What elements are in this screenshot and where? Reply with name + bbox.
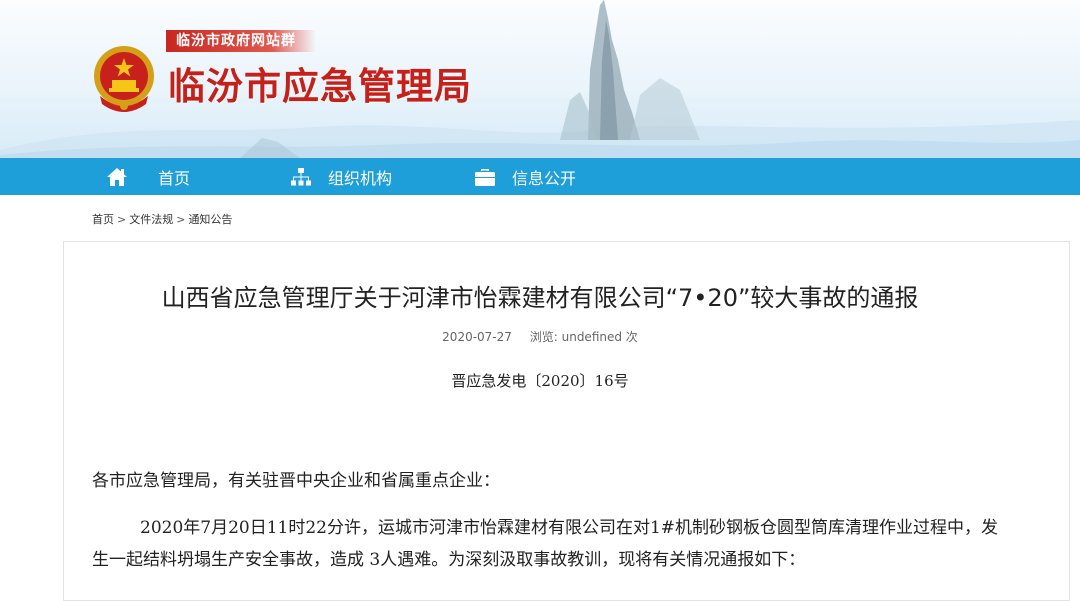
breadcrumb-regulations[interactable]: 文件法规 bbox=[129, 213, 173, 226]
national-emblem-icon bbox=[94, 46, 154, 112]
article-views: 浏览: undefined 次 bbox=[529, 330, 638, 344]
header-banner: 临汾市政府网站群 临汾市应急管理局 bbox=[0, 0, 1080, 158]
nav-item-org[interactable]: 组织机构 bbox=[290, 158, 392, 195]
mountain-scenery bbox=[0, 0, 1080, 158]
article-title: 山西省应急管理厅关于河津市怡霖建材有限公司“7•20”较大事故的通报 bbox=[161, 284, 919, 312]
article-paragraph: 2020年7月20日11时22分许，运城市河津市怡霖建材有限公司在对1#机制砂钢… bbox=[92, 518, 999, 570]
breadcrumb-separator: > bbox=[176, 213, 186, 226]
article-meta: 2020-07-27 浏览: undefined 次 bbox=[0, 328, 1080, 345]
nav-item-home[interactable]: 首页 bbox=[106, 158, 190, 195]
breadcrumb: 首页 > 文件法规 > 通知公告 bbox=[92, 211, 232, 227]
site-title[interactable]: 临汾市应急管理局 bbox=[168, 56, 472, 110]
briefcase-icon bbox=[475, 168, 495, 186]
nav-org-label: 组织机构 bbox=[328, 168, 393, 188]
article-date: 2020-07-27 bbox=[442, 330, 512, 344]
home-icon bbox=[107, 167, 127, 186]
nav-home-label: 首页 bbox=[158, 168, 191, 188]
breadcrumb-notices[interactable]: 通知公告 bbox=[188, 213, 232, 226]
main-nav: 首页 组织机构 信息公开 bbox=[0, 158, 1080, 195]
breadcrumb-home[interactable]: 首页 bbox=[92, 213, 114, 226]
breadcrumb-separator: > bbox=[117, 213, 127, 226]
nav-item-info[interactable]: 信息公开 bbox=[474, 158, 576, 195]
nav-info-label: 信息公开 bbox=[512, 168, 577, 188]
org-chart-icon bbox=[291, 167, 311, 185]
article-paragraph: 各市应急管理局，有关驻晋中央企业和省属重点企业： bbox=[92, 471, 500, 491]
site-group-label[interactable]: 临汾市政府网站群 bbox=[166, 30, 316, 52]
document-number: 晋应急发电〔2020〕16号 bbox=[451, 372, 629, 390]
